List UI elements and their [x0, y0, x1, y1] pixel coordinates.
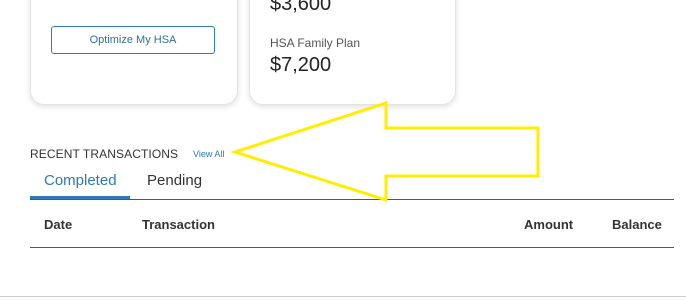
section-bottom-divider [0, 296, 686, 297]
column-header-balance: Balance [612, 217, 662, 232]
hsa-contribution-card: $3,600 HSA Family Plan $7,200 [249, 0, 456, 105]
column-header-date: Date [44, 217, 73, 232]
table-header-bottom-divider [30, 247, 674, 248]
optimize-hsa-button[interactable]: Optimize My HSA [51, 26, 215, 54]
family-plan-amount: $7,200 [270, 54, 332, 76]
column-header-amount: Amount [524, 217, 574, 232]
optimize-card: Optimize My HSA [30, 0, 238, 105]
family-plan-label: HSA Family Plan [270, 36, 361, 50]
tab-pending[interactable]: Pending [147, 172, 202, 189]
individual-limit-amount: $3,600 [270, 0, 332, 15]
tab-completed[interactable]: Completed [44, 172, 117, 189]
view-all-link[interactable]: View All [193, 149, 224, 159]
table-header-top-divider [30, 199, 674, 200]
recent-transactions-heading: RECENT TRANSACTIONS [30, 147, 179, 161]
column-header-transaction: Transaction [142, 217, 215, 232]
